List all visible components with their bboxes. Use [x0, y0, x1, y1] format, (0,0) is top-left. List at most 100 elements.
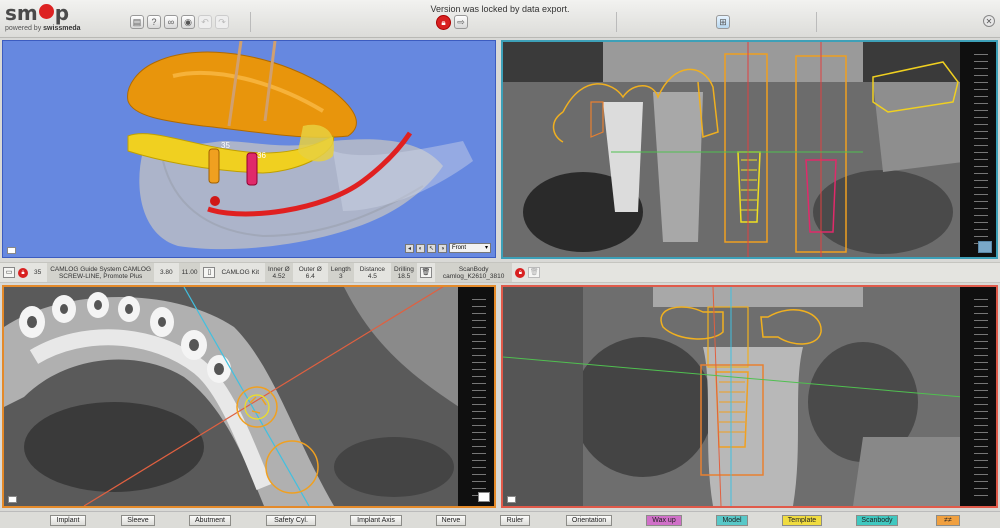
viewport-toggle-icon[interactable]: ▭ — [3, 267, 15, 278]
scale-tick — [974, 208, 988, 209]
viewport-cross-section[interactable] — [501, 285, 998, 508]
cross-mini-icon[interactable] — [507, 496, 516, 503]
implant-lock-icon[interactable]: 🔒︎ — [18, 267, 28, 278]
scale-tick — [974, 68, 988, 69]
sleeve-inner-diameter: Inner Ø 4.52 — [265, 263, 293, 282]
clip-right-icon[interactable]: ◑ — [438, 243, 447, 253]
pointer-icon[interactable]: ↖ — [427, 243, 436, 253]
sleeve-length: Length 3 — [327, 263, 354, 282]
scale-tick — [974, 145, 988, 146]
extra-toggle-button[interactable]: ≠≠ — [936, 515, 960, 526]
scanbody-toggle-button[interactable]: Scanbody — [856, 515, 898, 526]
nerve-toggle-button[interactable]: Nerve — [436, 515, 466, 526]
fullscreen-icon[interactable] — [978, 241, 992, 253]
wax-up-toggle-button[interactable]: Wax up — [646, 515, 682, 526]
scale-tick — [974, 334, 988, 335]
toolbar-separator — [616, 12, 617, 32]
scale-tick — [974, 54, 988, 55]
model-toggle-button[interactable]: Model — [716, 515, 748, 526]
toolbar-center: 🔒︎ ⇨ — [436, 15, 468, 30]
ruler-toggle-button[interactable]: Ruler — [500, 515, 530, 526]
axial-mini-icon[interactable] — [8, 496, 17, 503]
binoculars-icon[interactable]: ∞ — [164, 15, 178, 29]
sleeve-toggle-button[interactable]: Sleeve — [121, 515, 155, 526]
implant-kit[interactable]: CAMLOG Kit — [218, 263, 262, 282]
rotate-left-icon[interactable]: ◂ — [405, 243, 414, 253]
ct-cross-section-slice — [503, 287, 963, 506]
toolbar-right: ⊞ — [716, 15, 730, 29]
scale-tick — [974, 201, 988, 202]
scale-tick — [974, 82, 988, 83]
scale-tick — [974, 117, 988, 118]
scanbody-info: ScanBody camlog_K2610_3810 — [434, 263, 513, 282]
view-direction-select[interactable]: Front — [449, 243, 491, 253]
scale-tick — [472, 439, 486, 440]
viewport-axial[interactable] — [2, 285, 496, 508]
axial-depth-scale — [458, 287, 494, 506]
help-icon[interactable]: ? — [147, 15, 161, 29]
close-icon[interactable]: ✕ — [983, 15, 995, 27]
viewport-3d[interactable]: 35 36 ◂ ◐ ↖ ◑ Front — [2, 40, 496, 258]
camera-icon[interactable]: ◉ — [181, 15, 195, 29]
sleeve-outer-diameter: Outer Ø 6.4 — [296, 263, 325, 282]
implant-length: 11.00 — [178, 263, 201, 282]
trash-icon[interactable]: 🗑︎ — [419, 267, 432, 278]
scale-tick — [974, 152, 988, 153]
distance-label: Distance — [359, 265, 386, 273]
scale-tick — [974, 96, 988, 97]
scanbody-value: camlog_K2610_3810 — [442, 272, 505, 280]
scale-tick — [472, 432, 486, 433]
scale-tick — [974, 222, 988, 223]
scale-tick — [974, 362, 988, 363]
scale-tick — [472, 355, 486, 356]
implant-system[interactable]: CAMLOG Guide System CAMLOG SCREW-LINE, P… — [47, 263, 155, 282]
outer-label: Outer Ø — [298, 265, 322, 273]
inner-value: 4.52 — [272, 272, 286, 280]
implant-label-35: 35 — [221, 141, 230, 150]
scale-tick — [974, 229, 988, 230]
app-window: sm p powered by swissmeda ▤ ? ∞ ◉ ↶ ↷ Ver… — [0, 0, 1000, 528]
scale-tick — [472, 383, 486, 384]
axial-expand-icon[interactable] — [478, 492, 490, 502]
jaw-3d-model — [127, 41, 473, 250]
scale-tick — [974, 306, 988, 307]
scale-tick — [974, 418, 988, 419]
scale-tick — [974, 446, 988, 447]
implant-info-bar: ▭ 🔒︎ 35 CAMLOG Guide System CAMLOG SCREW… — [0, 262, 1000, 283]
layout-icon[interactable]: ⊞ — [716, 15, 730, 29]
scale-tick — [974, 131, 988, 132]
scale-tick — [974, 320, 988, 321]
save-icon[interactable]: ▤ — [130, 15, 144, 29]
scale-tick — [472, 299, 486, 300]
mini-view-icon[interactable] — [7, 247, 16, 254]
scale-tick — [974, 103, 988, 104]
scale-tick — [974, 425, 988, 426]
ct-axial-slice — [4, 287, 459, 506]
scale-tick — [974, 439, 988, 440]
implant-toggle-button[interactable]: Implant — [50, 515, 86, 526]
scale-tick — [974, 369, 988, 370]
scale-tick — [472, 481, 486, 482]
scale-tick — [974, 432, 988, 433]
abutment-toggle-button[interactable]: Abutment — [189, 515, 231, 526]
scale-tick — [472, 334, 486, 335]
template-toggle-button[interactable]: Template — [782, 515, 822, 526]
drilling-value: 18.5 — [397, 272, 411, 280]
redo-icon[interactable]: ↷ — [215, 15, 229, 29]
orientation-toggle-button[interactable]: Orientation — [566, 515, 612, 526]
scanbody-lock-icon[interactable]: 🔒︎ — [515, 267, 526, 278]
implant-axis-toggle-button[interactable]: Implant Axis — [350, 515, 402, 526]
lock-icon[interactable]: 🔒︎ — [436, 15, 451, 30]
viewport-panoramic[interactable] — [501, 40, 998, 259]
scale-tick — [974, 187, 988, 188]
clip-icon[interactable]: ◐ — [416, 243, 425, 253]
undo-icon[interactable]: ↶ — [198, 15, 212, 29]
scale-tick — [974, 341, 988, 342]
scale-tick — [472, 341, 486, 342]
scanbody-trash-icon[interactable]: 🗑︎ — [528, 267, 541, 278]
scale-tick — [974, 460, 988, 461]
safety-cyl-toggle-button[interactable]: Safety Cyl. — [266, 515, 316, 526]
export-icon[interactable]: ⇨ — [454, 15, 468, 29]
lock-status-message: Version was locked by data export. — [430, 4, 570, 14]
bottom-toolbar: Implant Sleeve Abutment Safety Cyl. Impl… — [0, 511, 1000, 528]
